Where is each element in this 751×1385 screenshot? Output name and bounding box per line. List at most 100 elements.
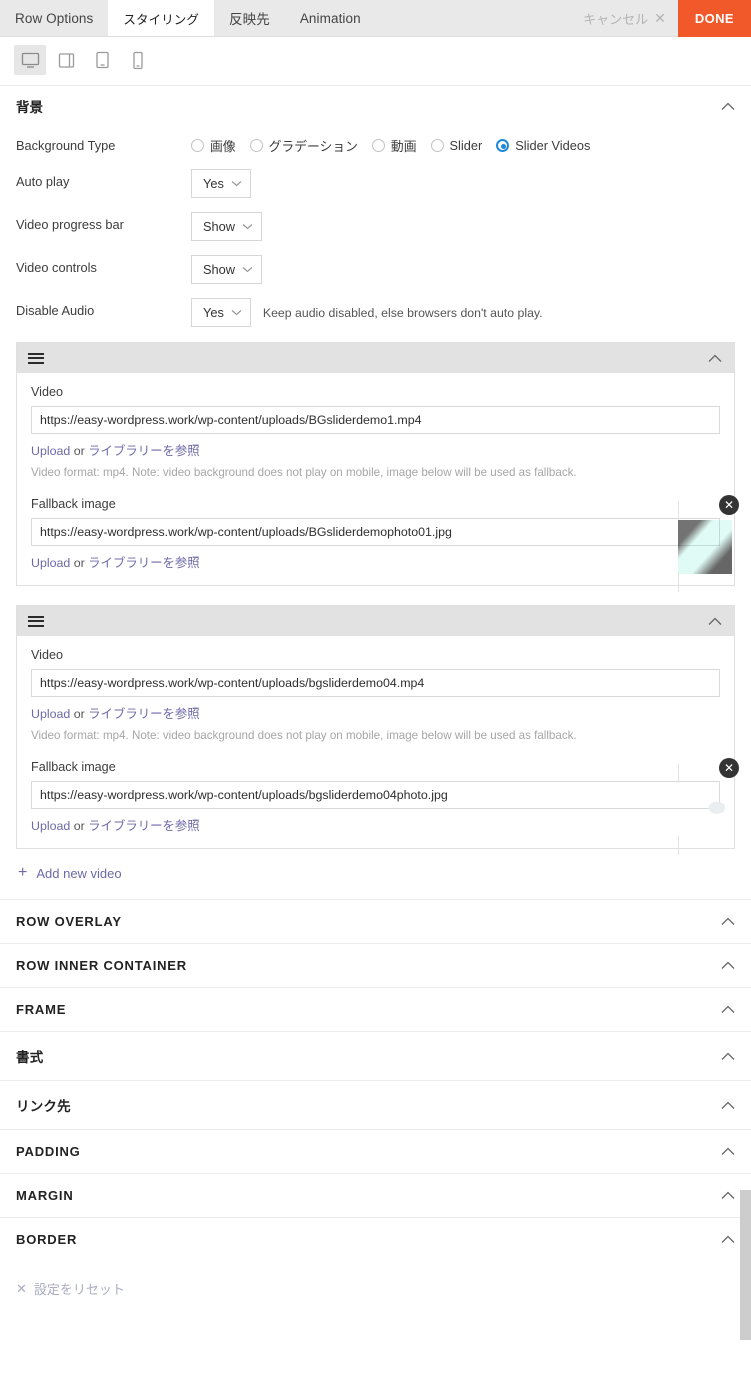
radio-indicator [496, 139, 510, 152]
cancel-label: キャンセル [583, 11, 649, 27]
section-padding[interactable]: PADDING [0, 1129, 751, 1173]
fallback-image-row: ✕ [31, 758, 739, 856]
section-typography[interactable]: 書式 [0, 1031, 751, 1080]
remove-image-icon[interactable]: ✕ [719, 758, 739, 779]
tab-bar: Row Options スタイリング 反映先 Animation キャンセル ✕… [0, 0, 751, 37]
browse-library-link[interactable]: ライブラリーを参照 [88, 707, 200, 721]
chevron-up-icon[interactable] [721, 1052, 735, 1061]
browse-library-link[interactable]: ライブラリーを参照 [88, 819, 200, 833]
vertical-scrollbar-thumb[interactable] [740, 1190, 751, 1340]
radio-indicator [191, 139, 204, 152]
fallback-thumbnail-wrap: ✕ [678, 495, 739, 593]
radio-indicator [249, 139, 263, 152]
auto-play-label: Auto play [16, 174, 70, 189]
chevron-up-icon[interactable] [708, 354, 722, 363]
background-section-header[interactable]: 背景 [0, 85, 751, 126]
or-text: or [70, 707, 89, 722]
tab-apply-to[interactable]: 反映先 [214, 0, 285, 36]
section-frame[interactable]: FRAME [0, 987, 751, 1031]
video-progress-bar-select[interactable]: Show [191, 212, 263, 241]
video-controls-row: Video controls Show [0, 248, 751, 291]
fallback-upload-line: Upload or ライブラリーを参照 [31, 816, 720, 834]
fallback-image-input[interactable] [31, 781, 720, 810]
video-controls-label: Video controls [16, 260, 97, 275]
tab-row-options[interactable]: Row Options [0, 0, 108, 36]
section-title: 書式 [16, 1050, 44, 1066]
radio-gradient[interactable]: グラデーション [249, 136, 358, 155]
browse-library-link[interactable]: ライブラリーを参照 [88, 556, 200, 570]
radio-slider-videos[interactable]: Slider Videos [496, 138, 590, 153]
background-type-row: Background Type 画像 グラデーション 動画 Slider Sli… [0, 126, 751, 162]
section-title: MARGIN [16, 1188, 74, 1204]
mobile-icon[interactable] [122, 45, 154, 75]
disable-audio-hint: Keep audio disabled, else browsers don't… [262, 305, 543, 320]
section-margin[interactable]: MARGIN [0, 1173, 751, 1217]
chevron-up-icon[interactable] [721, 1191, 735, 1200]
close-icon: ✕ [654, 10, 666, 26]
video-controls-select[interactable]: Show [191, 255, 263, 284]
chevron-down-icon [231, 309, 242, 316]
fallback-image-row: ✕ [31, 495, 739, 593]
desktop-icon[interactable] [14, 45, 46, 75]
radio-slider[interactable]: Slider [430, 138, 483, 153]
chevron-up-icon[interactable] [721, 1005, 735, 1014]
background-type-radio-group: 画像 グラデーション 動画 Slider Slider Videos [191, 133, 604, 155]
chevron-down-icon [242, 266, 253, 273]
chevron-up-icon[interactable] [721, 1147, 735, 1156]
section-link[interactable]: リンク先 [0, 1080, 751, 1129]
radio-image[interactable]: 画像 [191, 136, 236, 155]
upload-link[interactable]: Upload [31, 819, 70, 833]
auto-play-select[interactable]: Yes [191, 169, 251, 198]
disable-audio-row: Disable Audio Yes Keep audio disabled, e… [0, 291, 751, 334]
chevron-up-icon[interactable] [721, 1235, 735, 1244]
chevron-up-icon[interactable] [721, 1101, 735, 1110]
fallback-image-input[interactable] [31, 518, 720, 547]
close-icon: ✕ [16, 1280, 27, 1296]
fallback-thumbnail[interactable] [678, 764, 732, 856]
fallback-thumbnail[interactable] [678, 501, 732, 593]
upload-link[interactable]: Upload [31, 707, 70, 721]
add-new-video-label: Add new video [36, 865, 122, 881]
video-item-header[interactable] [17, 606, 734, 637]
row-styling-panel: Row Options スタイリング 反映先 Animation キャンセル ✕… [0, 0, 751, 1385]
fallback-upload-line: Upload or ライブラリーを参照 [31, 553, 720, 571]
cancel-button[interactable]: キャンセル ✕ [583, 0, 678, 36]
upload-link[interactable]: Upload [31, 444, 70, 458]
section-border[interactable]: BORDER [0, 1217, 751, 1261]
disable-audio-select[interactable]: Yes [191, 298, 251, 327]
chevron-up-icon[interactable] [721, 102, 735, 111]
radio-label: Slider [449, 138, 483, 153]
radio-label: Slider Videos [515, 138, 591, 153]
drag-handle-icon[interactable] [28, 352, 44, 364]
video-url-label: Video [31, 648, 63, 663]
video-url-input[interactable] [31, 669, 720, 698]
tab-animation[interactable]: Animation [285, 0, 376, 36]
video-item-body: Video Upload or ライブラリーを参照 Video format: … [17, 373, 739, 593]
video-progress-bar-row: Video progress bar Show [0, 205, 751, 248]
reset-settings-label: 設定をリセット [33, 1282, 125, 1298]
tablet-icon[interactable] [86, 45, 118, 75]
video-progress-bar-value: Show [203, 219, 236, 234]
section-row-inner-container[interactable]: ROW INNER CONTAINER [0, 943, 751, 987]
radio-video[interactable]: 動画 [371, 136, 417, 155]
video-item-body: Video Upload or ライブラリーを参照 Video format: … [17, 636, 739, 856]
video-url-row [31, 406, 720, 434]
laptop-icon[interactable] [50, 45, 82, 75]
fallback-image-label: Fallback image [31, 497, 116, 512]
chevron-up-icon[interactable] [721, 917, 735, 926]
chevron-up-icon[interactable] [721, 961, 735, 970]
upload-link[interactable]: Upload [31, 556, 70, 570]
add-new-video-button[interactable]: + Add new video [0, 849, 751, 899]
chevron-down-icon [242, 223, 253, 230]
radio-indicator [430, 139, 444, 152]
remove-image-icon[interactable]: ✕ [719, 495, 739, 516]
chevron-up-icon[interactable] [708, 617, 722, 626]
drag-handle-icon[interactable] [28, 615, 44, 627]
video-item-header[interactable] [17, 343, 734, 373]
browse-library-link[interactable]: ライブラリーを参照 [88, 444, 200, 458]
tab-styling[interactable]: スタイリング [108, 0, 214, 36]
done-button[interactable]: DONE [677, 0, 751, 37]
video-url-input[interactable] [31, 406, 720, 434]
reset-settings-button[interactable]: ✕ 設定をリセット [0, 1261, 751, 1298]
section-row-overlay[interactable]: ROW OVERLAY [0, 899, 751, 943]
